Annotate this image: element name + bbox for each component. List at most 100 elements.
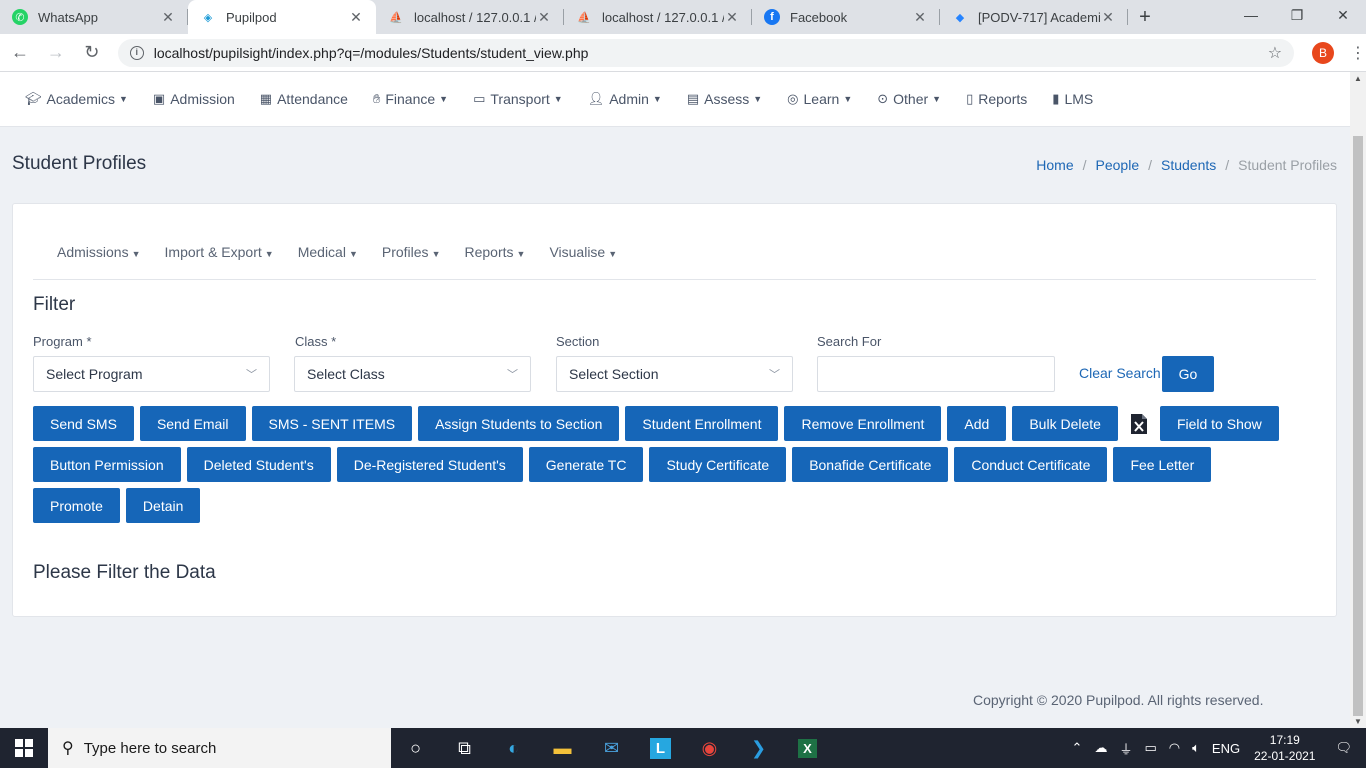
taskbar-search[interactable]: ⚲ Type here to search: [48, 728, 391, 768]
file-explorer-icon[interactable]: ▬: [538, 728, 587, 768]
nav-other[interactable]: ⊙ Other ▼: [877, 91, 941, 107]
close-tab-icon[interactable]: ✕: [724, 9, 740, 26]
close-window-icon[interactable]: ✕: [1320, 0, 1366, 30]
send-email-button[interactable]: Send Email: [139, 406, 246, 441]
bonafide-certificate-button[interactable]: Bonafide Certificate: [792, 447, 949, 482]
profile-avatar[interactable]: B: [1312, 41, 1335, 64]
page-scrollbar[interactable]: ▲ ▼: [1350, 72, 1366, 728]
url-text[interactable]: localhost/pupilsight/index.php?q=/module…: [154, 45, 1268, 61]
battery-icon[interactable]: ▭: [1144, 740, 1156, 756]
edge-icon[interactable]: ◐: [489, 728, 538, 768]
language-indicator[interactable]: ENG: [1212, 741, 1240, 756]
onedrive-cloud-icon[interactable]: ☁: [1094, 740, 1107, 756]
nav-reports[interactable]: ▯ Reports: [966, 91, 1027, 107]
browser-tab-jira[interactable]: ◆ [PODV-717] Academics ✕: [940, 0, 1128, 34]
clear-search-link[interactable]: Clear Search: [1079, 365, 1161, 381]
chevron-down-icon: ▼: [348, 249, 358, 259]
excel-icon[interactable]: X: [783, 728, 832, 768]
vscode-icon[interactable]: ❯: [734, 728, 783, 768]
reload-icon[interactable]: ↻: [76, 42, 108, 63]
close-tab-icon[interactable]: ✕: [160, 9, 176, 26]
subnav-import-export[interactable]: Import & Export ▼: [165, 244, 274, 279]
windows-start-icon[interactable]: [0, 728, 48, 768]
nav-transport[interactable]: ▭ Transport ▼: [473, 91, 563, 107]
subnav-medical[interactable]: Medical ▼: [298, 244, 358, 279]
remove-enrollment-button[interactable]: Remove Enrollment: [784, 406, 942, 441]
nav-learn[interactable]: ◎ Learn ▼: [787, 91, 852, 107]
nav-finance[interactable]: ✋︎ Finance ▼: [373, 91, 448, 107]
bulk-delete-button[interactable]: Bulk Delete: [1012, 406, 1118, 441]
subnav-reports[interactable]: Reports ▼: [464, 244, 525, 279]
nav-label: Finance: [385, 91, 436, 107]
nav-attendance[interactable]: ▦ Attendance: [260, 91, 348, 107]
detain-button[interactable]: Detain: [125, 488, 201, 523]
breadcrumb-people[interactable]: People: [1096, 157, 1140, 173]
restore-icon[interactable]: ❐: [1274, 0, 1320, 30]
breadcrumb-home[interactable]: Home: [1036, 157, 1073, 173]
mail-icon[interactable]: ✉: [587, 728, 636, 768]
chevron-up-icon[interactable]: ⌃: [1072, 740, 1083, 756]
browser-menu-icon[interactable]: ⋮: [1350, 43, 1366, 63]
close-tab-icon[interactable]: ✕: [536, 9, 552, 26]
go-button[interactable]: Go: [1162, 356, 1214, 392]
forward-arrow-icon[interactable]: →: [40, 42, 72, 63]
student-enrollment-button[interactable]: Student Enrollment: [625, 406, 779, 441]
section-select[interactable]: Select Section ﹀: [556, 356, 793, 392]
notification-icon[interactable]: 🗨︎: [1335, 740, 1352, 756]
deleted-students-button[interactable]: Deleted Student's: [186, 447, 331, 482]
scrollbar-thumb[interactable]: [1353, 136, 1363, 716]
nav-assess[interactable]: ▤ Assess ▼: [687, 91, 762, 107]
close-tab-icon[interactable]: ✕: [348, 9, 364, 26]
usb-icon[interactable]: ⏚: [1119, 739, 1132, 758]
close-tab-icon[interactable]: ✕: [912, 9, 928, 26]
subnav-visualise[interactable]: Visualise ▼: [549, 244, 617, 279]
fee-letter-button[interactable]: Fee Letter: [1113, 447, 1212, 482]
chrome-icon[interactable]: ◉: [685, 728, 734, 768]
bookmark-star-icon[interactable]: ☆: [1268, 43, 1282, 63]
info-icon[interactable]: i: [129, 45, 144, 60]
nav-lms[interactable]: ▮ LMS: [1052, 91, 1093, 107]
nav-admission[interactable]: ▣ Admission: [153, 91, 235, 107]
send-sms-button[interactable]: Send SMS: [33, 406, 134, 441]
browser-tab-phpmyadmin-2[interactable]: ⛵ localhost / 127.0.0.1 / te ✕: [564, 0, 752, 34]
nav-admin[interactable]: 👤︎ Admin ▼: [588, 91, 662, 107]
excel-export-icon[interactable]: [1130, 413, 1148, 435]
assign-section-button[interactable]: Assign Students to Section: [418, 406, 620, 441]
field-to-show-button[interactable]: Field to Show: [1159, 406, 1279, 441]
url-bar[interactable]: i localhost/pupilsight/index.php?q=/modu…: [117, 38, 1295, 67]
program-select[interactable]: Select Program ﹀: [33, 356, 270, 392]
wifi-icon[interactable]: ◠: [1169, 740, 1180, 756]
scroll-up-icon[interactable]: ▲: [1350, 74, 1366, 83]
volume-icon[interactable]: 🔈︎: [1192, 740, 1200, 756]
new-tab-button[interactable]: +: [1128, 0, 1162, 34]
search-input[interactable]: [817, 356, 1055, 392]
minimize-icon[interactable]: —: [1228, 0, 1274, 30]
conduct-certificate-button[interactable]: Conduct Certificate: [954, 447, 1108, 482]
system-clock[interactable]: 17:19 22-01-2021: [1254, 732, 1315, 764]
l-app-icon[interactable]: L: [636, 728, 685, 768]
button-permission-button[interactable]: Button Permission: [33, 447, 181, 482]
breadcrumb-students[interactable]: Students: [1161, 157, 1216, 173]
generate-tc-button[interactable]: Generate TC: [528, 447, 644, 482]
study-certificate-button[interactable]: Study Certificate: [649, 447, 787, 482]
nav-academics[interactable]: 🎓︎ Academics ▼: [25, 91, 128, 107]
deregistered-students-button[interactable]: De-Registered Student's: [336, 447, 523, 482]
subnav-profiles[interactable]: Profiles ▼: [382, 244, 441, 279]
tab-title: localhost / 127.0.0.1 / te: [414, 9, 536, 25]
browser-tab-facebook[interactable]: f Facebook ✕: [752, 0, 940, 34]
browser-tab-whatsapp[interactable]: ✆ WhatsApp ✕: [0, 0, 188, 34]
class-select[interactable]: Select Class ﹀: [294, 356, 531, 392]
back-arrow-icon[interactable]: ←: [4, 42, 36, 63]
task-view-icon[interactable]: ⧉: [440, 728, 489, 768]
add-button[interactable]: Add: [947, 406, 1007, 441]
sms-sent-items-button[interactable]: SMS - SENT ITEMS: [251, 406, 413, 441]
bus-icon: ▭: [473, 91, 486, 106]
lightbulb-icon: ◎: [787, 91, 799, 106]
cortana-icon[interactable]: ○: [391, 728, 440, 768]
browser-tab-pupilpod[interactable]: ◈ Pupilpod ✕: [188, 0, 376, 34]
close-tab-icon[interactable]: ✕: [1100, 9, 1116, 26]
promote-button[interactable]: Promote: [33, 488, 120, 523]
scroll-down-icon[interactable]: ▼: [1350, 717, 1366, 726]
subnav-admissions[interactable]: Admissions ▼: [57, 244, 141, 279]
browser-tab-phpmyadmin-1[interactable]: ⛵ localhost / 127.0.0.1 / te ✕: [376, 0, 564, 34]
